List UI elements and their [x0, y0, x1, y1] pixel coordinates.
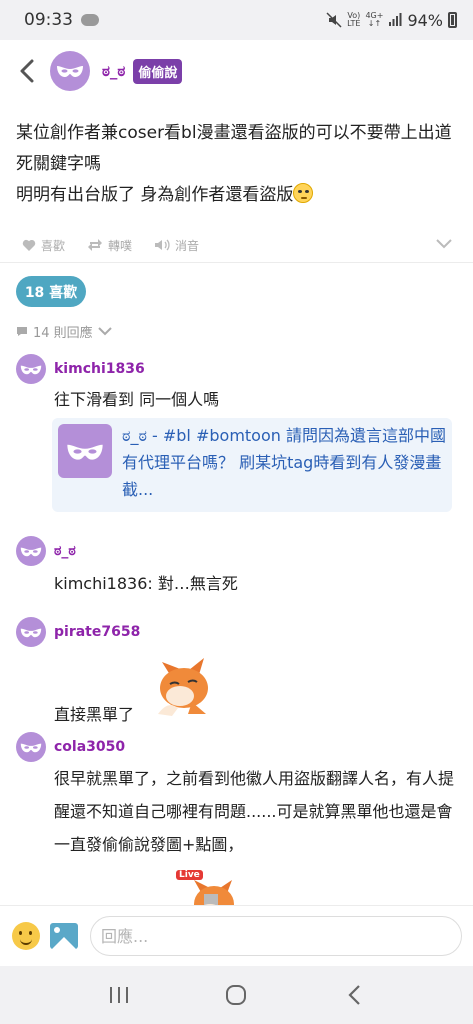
commenter-name[interactable]: pirate7658 — [54, 624, 140, 640]
quoted-post-card[interactable]: ಠ_ಠ - #bl #bomtoon 請問因為遺言這部中國有代理平台嗎？ 刷某坑… — [52, 418, 452, 512]
post-actions: 喜歡 轉噗 消音 — [22, 232, 452, 258]
emoji-picker-icon[interactable] — [12, 922, 40, 950]
author-name[interactable]: ಠ_ಠ — [102, 62, 125, 80]
recent-apps-icon[interactable] — [99, 975, 139, 1015]
mask-icon — [67, 444, 103, 460]
post-line-2: 明明有出台版了 身為創作者還看盜版 — [16, 180, 461, 211]
quoted-post-avatar — [58, 424, 112, 478]
post-header: ಠ_ಠ 偷偷說 — [0, 40, 473, 102]
speaker-icon — [155, 239, 170, 251]
commenter-avatar[interactable] — [16, 732, 46, 762]
quoted-post-text: ಠ_ಠ - #bl #bomtoon 請問因為遺言這部中國有代理平台嗎？ 刷某坑… — [122, 426, 446, 499]
commenter-avatar[interactable] — [16, 536, 46, 566]
comment-item: cola3050 很早就黑單了，之前看到他徽人用盜版翻譯人名，有人提醒還不知道自… — [16, 732, 456, 861]
signal-icon — [389, 13, 402, 26]
image-upload-icon[interactable] — [50, 923, 78, 949]
rolling-eyes-emoji-icon — [293, 183, 314, 203]
live-fox-sticker: Live — [176, 868, 240, 906]
mute-button[interactable]: 消音 — [154, 237, 199, 254]
status-time: 09:33 — [24, 10, 73, 30]
commenter-name[interactable]: kimchi1836 — [54, 361, 145, 377]
mute-icon — [326, 12, 342, 28]
commenter-name[interactable]: ಠ_ಠ — [54, 543, 76, 559]
comment-text: 往下滑看到 同一個人嗎 — [54, 390, 220, 409]
mask-icon — [20, 547, 42, 556]
comment-text: kimchi1836: 對…無言死 — [54, 574, 238, 593]
notification-icon — [81, 14, 99, 26]
comment-bubble-icon — [17, 327, 27, 336]
heart-icon — [22, 239, 36, 251]
divider — [0, 262, 473, 263]
comment-text: 直接黑單了 — [54, 705, 135, 724]
volte-indicator: Vo) LTE — [347, 11, 361, 28]
comment-text: 很早就黑單了，之前看到他徽人用盜版翻譯人名，有人提醒還不知道自己哪裡有問題...… — [54, 769, 455, 854]
reply-bar — [0, 906, 473, 966]
mask-icon — [20, 365, 42, 374]
battery-percent: 94% — [407, 10, 443, 30]
status-bar: 09:33 Vo) LTE 4G+ ↓↑ 94% — [0, 0, 473, 40]
commenter-name[interactable]: cola3050 — [54, 739, 125, 755]
back-icon[interactable] — [14, 58, 40, 84]
repost-button[interactable]: 轉噗 — [87, 237, 132, 254]
battery-icon — [448, 12, 457, 28]
chevron-down-icon — [97, 327, 112, 336]
comment-item: ಠ_ಠ kimchi1836: 對…無言死 — [16, 536, 456, 600]
system-nav-bar — [0, 966, 473, 1024]
reply-input[interactable] — [90, 916, 462, 956]
author-avatar[interactable] — [50, 51, 90, 91]
likes-count-button[interactable]: 18 喜歡 — [16, 276, 86, 307]
commenter-avatar[interactable] — [16, 617, 46, 647]
board-tag[interactable]: 偷偷說 — [133, 58, 183, 84]
commenter-avatar[interactable] — [16, 354, 46, 384]
mask-icon — [57, 66, 83, 77]
mask-icon — [20, 743, 42, 752]
like-button[interactable]: 喜歡 — [22, 237, 65, 254]
fox-sticker-icon — [158, 658, 208, 716]
repost-icon — [88, 239, 103, 251]
comment-item: kimchi1836 往下滑看到 同一個人嗎 — [16, 354, 456, 416]
comment-item: pirate7658 直接黑單了 — [16, 617, 456, 731]
home-icon[interactable] — [216, 975, 256, 1015]
post-line-1: 某位創作者兼coser看bl漫畫還看盜版的可以不要帶上出道死關鍵字嗎 — [16, 123, 452, 174]
mask-icon — [20, 628, 42, 637]
back-nav-icon[interactable] — [334, 975, 374, 1015]
post-content: 某位創作者兼coser看bl漫畫還看盜版的可以不要帶上出道死關鍵字嗎 明明有出台… — [16, 118, 461, 211]
chevron-down-icon[interactable] — [436, 238, 452, 252]
reply-count-toggle[interactable]: 14 則回應 — [16, 322, 112, 341]
network-indicator: 4G+ ↓↑ — [365, 11, 384, 28]
fox-sticker-icon — [194, 880, 234, 906]
